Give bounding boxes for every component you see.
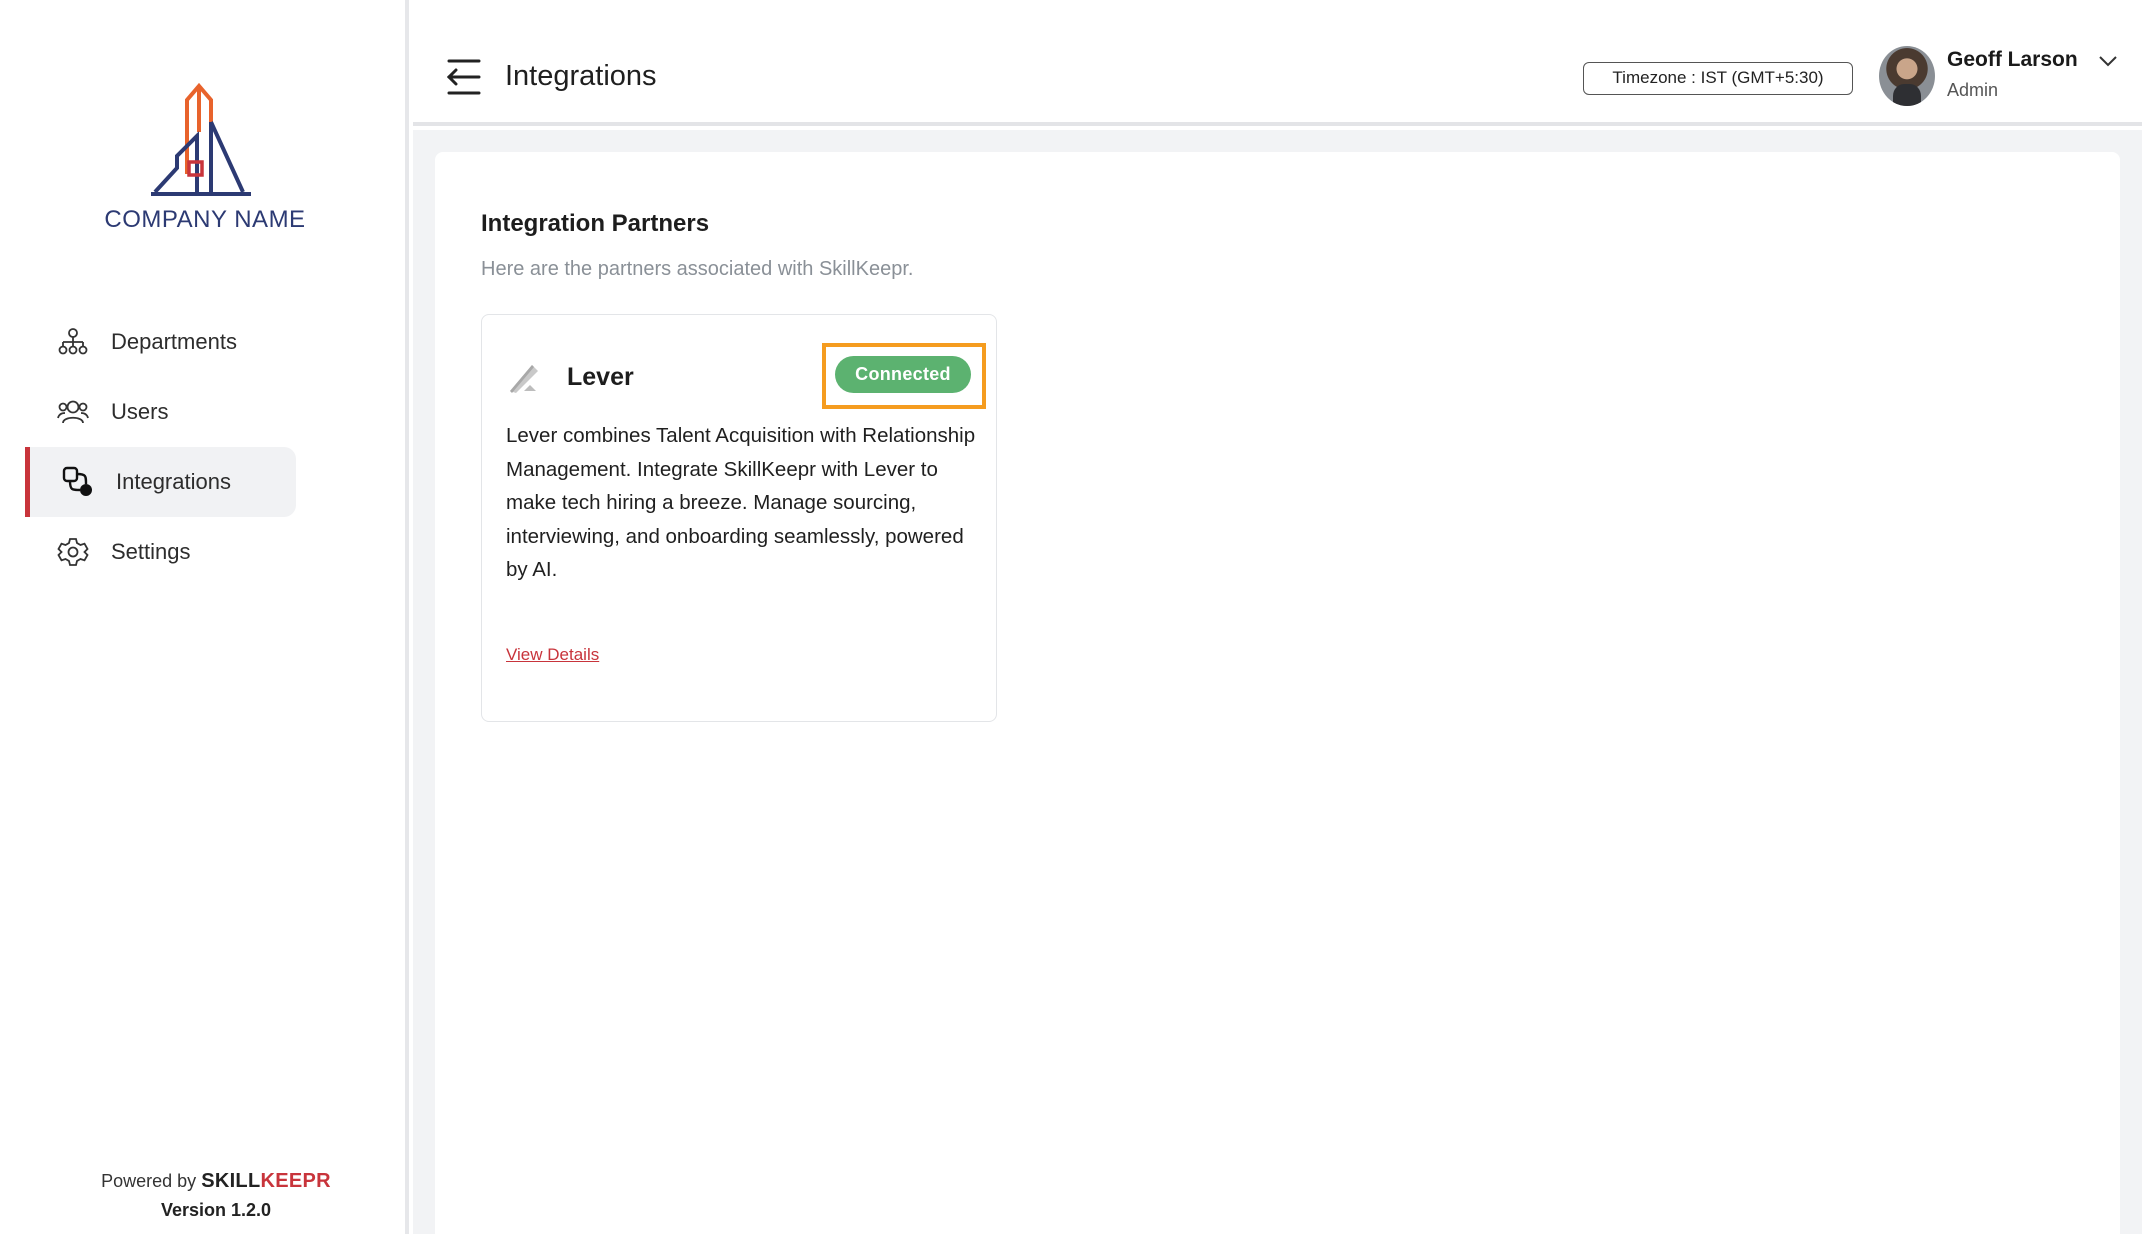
- partner-description: Lever combines Talent Acquisition with R…: [506, 424, 976, 581]
- top-header: Integrations Timezone : IST (GMT+5:30) G…: [413, 0, 2142, 126]
- sidebar-item-integrations[interactable]: Integrations: [25, 447, 296, 517]
- status-badge: Connected: [835, 356, 971, 393]
- partner-card-lever: Lever Connected Lever combines Talent Ac…: [481, 314, 997, 722]
- company-logo[interactable]: COMPANY NAME: [97, 82, 313, 237]
- partner-name: Lever: [567, 363, 634, 391]
- avatar: [1879, 46, 1935, 106]
- sidebar-item-label: Departments: [111, 329, 237, 354]
- sidebar-item-departments[interactable]: Departments: [25, 307, 296, 377]
- sidebar: COMPANY NAME Departments Users Integrati…: [0, 0, 409, 1234]
- company-name: COMPANY NAME: [104, 206, 306, 233]
- gear-icon: [57, 536, 89, 568]
- page-title: Integrations: [505, 60, 657, 92]
- content-panel: Integration Partners Here are the partne…: [435, 152, 2120, 1234]
- sidebar-item-label: Users: [111, 399, 169, 424]
- section-title: Integration Partners: [481, 210, 710, 237]
- brand-keepr: KEEPR: [260, 1170, 331, 1192]
- view-details-link[interactable]: View Details: [506, 645, 599, 665]
- app-root: COMPANY NAME Departments Users Integrati…: [0, 0, 2142, 1234]
- sidebar-item-label: Settings: [111, 539, 191, 564]
- user-menu[interactable]: Geoff Larson Admin: [1879, 44, 2119, 110]
- powered-by-text: Powered by: [101, 1171, 197, 1191]
- version-label: Version 1.2.0: [160, 1200, 272, 1220]
- section-subtitle: Here are the partners associated with Sk…: [481, 258, 914, 280]
- sidebar-item-users[interactable]: Users: [25, 377, 296, 447]
- lever-logo-icon: [506, 361, 542, 400]
- building-logo-icon: [151, 82, 251, 196]
- sidebar-item-settings[interactable]: Settings: [25, 517, 296, 587]
- chevron-down-icon: [2099, 56, 2117, 67]
- user-name: Geoff Larson: [1947, 48, 2078, 71]
- collapse-menu-button[interactable]: [446, 58, 481, 96]
- users-icon: [57, 396, 89, 428]
- sidebar-nav: Departments Users Integrations Settings: [25, 307, 296, 587]
- org-chart-icon: [57, 326, 89, 358]
- timezone-selector[interactable]: Timezone : IST (GMT+5:30): [1583, 62, 1853, 95]
- sidebar-item-label: Integrations: [116, 469, 231, 494]
- menu-collapse-icon: [446, 59, 481, 95]
- powered-by: Powered by SKILLKEEPR: [0, 1170, 432, 1193]
- brand-skill: SKILL: [201, 1170, 261, 1192]
- user-role: Admin: [1947, 80, 1999, 100]
- integrations-icon: [62, 466, 94, 498]
